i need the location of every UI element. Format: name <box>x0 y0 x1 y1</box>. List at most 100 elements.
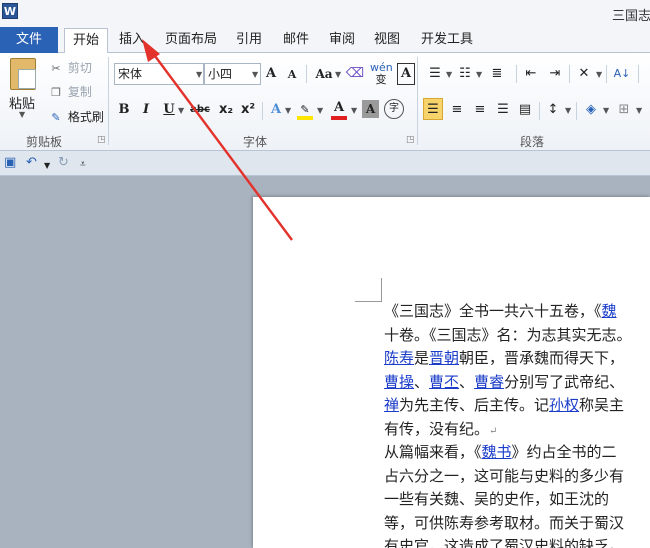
font-color-label: A <box>333 100 345 115</box>
paste-dropdown-icon[interactable]: ▼ <box>19 110 25 119</box>
format-painter-button[interactable]: ✎ 格式刷 <box>48 108 104 125</box>
hyperlink[interactable]: 曹操 <box>384 373 414 391</box>
line-spacing-button[interactable]: ↕ <box>543 99 563 121</box>
copy-button[interactable]: ❐ 复制 <box>48 83 92 100</box>
tab-file[interactable]: 文件 <box>0 27 58 53</box>
hyperlink[interactable]: 陈寿 <box>384 349 414 367</box>
shading-dropdown-icon[interactable]: ▼ <box>603 106 609 115</box>
italic-button[interactable]: I <box>140 99 152 121</box>
font-color-dropdown-icon[interactable]: ▼ <box>351 106 357 115</box>
document-line: 曹操、曹丕、曹睿分别写了武帝纪、 <box>384 371 650 395</box>
font-launcher-icon[interactable]: ◳ <box>406 135 415 145</box>
cut-button[interactable]: ✂ 剪切 <box>48 59 91 76</box>
align-center-icon: ≡ <box>451 102 463 117</box>
save-icon[interactable]: ▣ <box>4 155 16 171</box>
copy-label: 复制 <box>67 85 92 99</box>
undo-dropdown-icon[interactable]: ▼ <box>44 158 50 174</box>
document-line: 有史官，这造成了蜀汉史料的缺乏。 <box>384 535 650 548</box>
highlight-button[interactable]: ✎ <box>295 99 315 121</box>
increase-indent-button[interactable]: ⇥ <box>545 63 565 85</box>
hyperlink[interactable]: 晋朝 <box>429 349 459 367</box>
hyperlink[interactable]: 曹睿 <box>474 373 504 391</box>
justify-button[interactable]: ☰ <box>493 99 513 121</box>
align-center-button[interactable]: ≡ <box>447 99 467 121</box>
hyperlink[interactable]: 禅 <box>384 396 399 414</box>
divider <box>569 65 570 83</box>
customize-toolbar-icon[interactable]: ⩡ <box>80 157 86 173</box>
text-run: 一些有关魏、吴的史作，如王沈的 <box>384 490 610 508</box>
text-run: 等，可供陈寿参考取材。而关于蜀汉 <box>384 513 625 532</box>
document-line: 从篇幅来看，《魏书》约占全书的二 <box>384 441 650 465</box>
document-line: 陈寿是晋朝朝臣，晋承魏而得天下， <box>384 347 650 371</box>
tab-review[interactable]: 审阅 <box>325 28 359 53</box>
underline-button[interactable]: U <box>162 99 176 121</box>
format-painter-label: 格式刷 <box>67 110 104 124</box>
font-color-button[interactable]: A <box>330 97 348 120</box>
tab-mailings[interactable]: 邮件 <box>278 28 314 53</box>
document-title: 三国志 <box>612 9 650 24</box>
divider <box>262 102 263 120</box>
divider <box>516 65 517 83</box>
text-run: 有史官，这造成了蜀汉史料的缺乏。 <box>384 537 625 548</box>
hyperlink[interactable]: 魏书 <box>482 443 512 461</box>
superscript-button[interactable]: x² <box>238 99 258 121</box>
undo-icon[interactable]: ↶ <box>26 155 37 171</box>
change-case-dropdown-icon[interactable]: ▼ <box>335 70 341 79</box>
bold-button[interactable]: B <box>117 99 131 121</box>
highlight-dropdown-icon[interactable]: ▼ <box>317 106 323 115</box>
hyperlink[interactable]: 曹丕 <box>429 373 459 391</box>
text-run: 、 <box>459 372 475 391</box>
strikethrough-button[interactable]: abc <box>188 99 212 121</box>
align-right-button[interactable]: ≡ <box>470 99 490 121</box>
align-left-button[interactable]: ☰ <box>423 98 443 120</box>
tab-developer[interactable]: 开发工具 <box>416 28 478 53</box>
font-name-select[interactable]: 宋体 <box>114 63 204 85</box>
tab-page-layout[interactable]: 页面布局 <box>160 28 222 53</box>
character-shading-button[interactable]: A <box>362 100 379 118</box>
sort-button[interactable]: A↓ <box>611 63 633 85</box>
outdent-icon: ⇤ <box>525 66 537 81</box>
change-case-button[interactable]: Aa <box>313 63 335 85</box>
clear-formatting-button[interactable]: ⌫ <box>344 63 366 85</box>
justify-icon: ☰ <box>497 102 509 117</box>
chinese-layout-dropdown-icon[interactable]: ▼ <box>596 70 602 79</box>
shrink-font-button[interactable]: A <box>286 64 298 86</box>
redo-icon[interactable]: ↻ <box>58 155 69 171</box>
distributed-button[interactable]: ▤ <box>515 99 535 121</box>
tab-insert[interactable]: 插入 <box>114 28 150 53</box>
tab-references[interactable]: 引用 <box>232 28 266 53</box>
text-effects-dropdown-icon[interactable]: ▼ <box>285 106 291 115</box>
text-run: 为先主传、后主传。记 <box>399 396 550 414</box>
bullets-button[interactable]: ☰ <box>423 63 447 85</box>
line-spacing-dropdown-icon[interactable]: ▼ <box>565 106 571 115</box>
hyperlink[interactable]: 魏 <box>602 302 617 320</box>
font-name-dropdown-icon[interactable]: ▼ <box>196 70 202 79</box>
ribbon-tabs: 文件 开始 插入 页面布局 引用 邮件 审阅 视图 开发工具 <box>0 26 650 54</box>
grow-font-button[interactable]: A <box>264 63 278 85</box>
text-run: 称吴主 <box>579 396 625 414</box>
paste-icon[interactable] <box>10 58 36 90</box>
phonetic-guide-button[interactable]: wén 变 <box>370 62 393 86</box>
numbering-dropdown-icon[interactable]: ▼ <box>476 70 482 79</box>
bullets-dropdown-icon[interactable]: ▼ <box>446 70 452 79</box>
chinese-layout-button[interactable]: ✕ <box>574 63 594 85</box>
clipboard-launcher-icon[interactable]: ◳ <box>97 135 106 145</box>
text-effects-button[interactable]: A <box>267 99 285 121</box>
hyperlink[interactable]: 孙权 <box>549 396 579 414</box>
borders-button[interactable]: ⊞ <box>614 99 634 121</box>
document-body[interactable]: 《三国志》全书一共六十五卷，《魏 十卷。《三国志》名：为志其实无志。 陈寿是晋朝朝臣… <box>384 300 650 548</box>
multilevel-list-button[interactable]: ≣ <box>486 63 508 85</box>
underline-dropdown-icon[interactable]: ▼ <box>178 106 184 115</box>
character-border-button[interactable]: A <box>397 63 415 85</box>
tab-home[interactable]: 开始 <box>64 28 108 54</box>
enclose-characters-button[interactable]: 字 <box>384 99 404 119</box>
numbering-button[interactable]: ☷ <box>455 63 475 85</box>
subscript-button[interactable]: x₂ <box>216 99 236 121</box>
shading-button[interactable]: ◈ <box>581 99 601 121</box>
decrease-indent-button[interactable]: ⇤ <box>521 63 541 85</box>
borders-dropdown-icon[interactable]: ▼ <box>636 106 642 115</box>
tab-view[interactable]: 视图 <box>370 28 404 53</box>
word-app-icon[interactable]: W <box>2 3 18 19</box>
font-size-dropdown-icon[interactable]: ▼ <box>252 70 258 79</box>
text-run: 《三国志》全书一共六十五卷，《 <box>384 302 602 320</box>
